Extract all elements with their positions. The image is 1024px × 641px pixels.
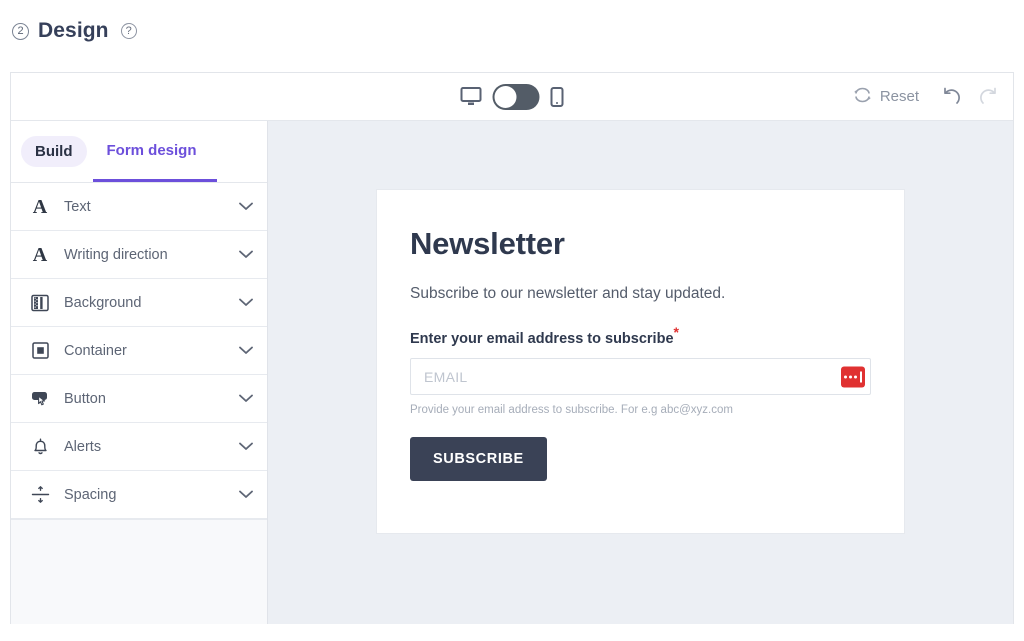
sidebar-item-label: Spacing — [64, 486, 117, 503]
chevron-down-icon[interactable] — [239, 342, 253, 360]
chevron-down-icon[interactable] — [239, 486, 253, 504]
design-panel: Reset Build Form design A Text A Writing… — [10, 72, 1014, 624]
panel-body: Build Form design A Text A Writing direc… — [11, 121, 1013, 624]
chevron-down-icon[interactable] — [239, 390, 253, 408]
sidebar-item-spacing[interactable]: Spacing — [11, 471, 267, 519]
button-cursor-icon — [30, 390, 50, 408]
email-input-wrap — [410, 358, 871, 395]
subscribe-button[interactable]: SUBSCRIBE — [410, 437, 547, 481]
dot — [849, 375, 852, 378]
undo-arrow-icon[interactable] — [941, 87, 962, 107]
sidebar-tabs: Build Form design — [11, 121, 267, 183]
desktop-monitor-icon[interactable] — [460, 87, 482, 106]
sidebar-item-label: Text — [64, 198, 91, 215]
sidebar-item-alerts[interactable]: Alerts — [11, 423, 267, 471]
sidebar-item-text[interactable]: A Text — [11, 183, 267, 231]
app-root: 2 Design ? Reset Build Form design A Tex… — [0, 0, 1024, 641]
chevron-down-icon[interactable] — [239, 198, 253, 216]
toggle-knob — [494, 85, 517, 108]
step-number-badge: 2 — [12, 22, 29, 40]
sidebar-item-label: Background — [64, 294, 142, 311]
bar — [860, 371, 862, 382]
form-title: Newsletter — [410, 226, 565, 261]
sidebar-item-background[interactable]: Background — [11, 279, 267, 327]
sidebar-item-label: Container — [64, 342, 127, 359]
dot — [854, 375, 857, 378]
page-header: 2 Design ? — [0, 0, 1024, 62]
email-input[interactable] — [410, 358, 871, 395]
email-field-label: Enter your email address to subscribe* — [410, 325, 679, 347]
device-toggle-switch[interactable] — [492, 83, 540, 110]
serif-a-icon: A — [32, 195, 48, 218]
background-pattern-icon — [30, 294, 50, 312]
reset-button[interactable]: Reset — [847, 86, 925, 108]
preview-toolbar: Reset — [11, 73, 1013, 121]
spacing-divide-icon — [30, 486, 50, 503]
sidebar-item-label: Button — [64, 390, 106, 407]
validation-dots-icon[interactable] — [841, 366, 865, 387]
sidebar-item-button[interactable]: Button — [11, 375, 267, 423]
dot — [844, 375, 847, 378]
bell-icon — [30, 437, 50, 456]
form-subtitle: Subscribe to our newsletter and stay upd… — [410, 285, 726, 302]
design-section-list: A Text A Writing direction Background Co… — [11, 183, 267, 519]
chevron-down-icon[interactable] — [239, 438, 253, 456]
toolbar-actions: Reset — [847, 86, 999, 108]
container-square-icon — [30, 342, 50, 359]
design-sidebar: Build Form design A Text A Writing direc… — [11, 121, 268, 624]
required-asterisk: * — [673, 324, 679, 341]
active-tab-underline — [93, 179, 217, 182]
sidebar-empty-area — [11, 519, 267, 624]
page-title: Design — [38, 19, 109, 42]
device-preview-toggle[interactable] — [460, 83, 564, 110]
chevron-down-icon[interactable] — [239, 294, 253, 312]
email-label-text: Enter your email address to subscribe — [410, 331, 674, 347]
email-field-group: Enter your email address to subscribe* E… — [410, 325, 871, 416]
sidebar-item-label: Writing direction — [64, 246, 168, 263]
chevron-down-icon[interactable] — [239, 246, 253, 264]
newsletter-form-card: Newsletter Subscribe to our newsletter a… — [376, 189, 905, 534]
serif-a-icon: A — [32, 243, 48, 266]
redo-arrow-icon[interactable] — [978, 87, 999, 107]
tab-build[interactable]: Build — [21, 136, 87, 167]
sidebar-item-writing-direction[interactable]: A Writing direction — [11, 231, 267, 279]
help-circle-icon[interactable]: ? — [120, 23, 137, 39]
sidebar-item-label: Alerts — [64, 438, 102, 455]
form-preview-canvas: Newsletter Subscribe to our newsletter a… — [268, 121, 1013, 624]
mobile-phone-icon[interactable] — [550, 86, 564, 107]
email-helper-text: Provide your email address to subscribe.… — [410, 404, 733, 416]
reset-label: Reset — [879, 88, 919, 105]
reset-loop-icon — [853, 87, 872, 107]
tab-form-design[interactable]: Form design — [93, 135, 211, 168]
sidebar-item-container[interactable]: Container — [11, 327, 267, 375]
